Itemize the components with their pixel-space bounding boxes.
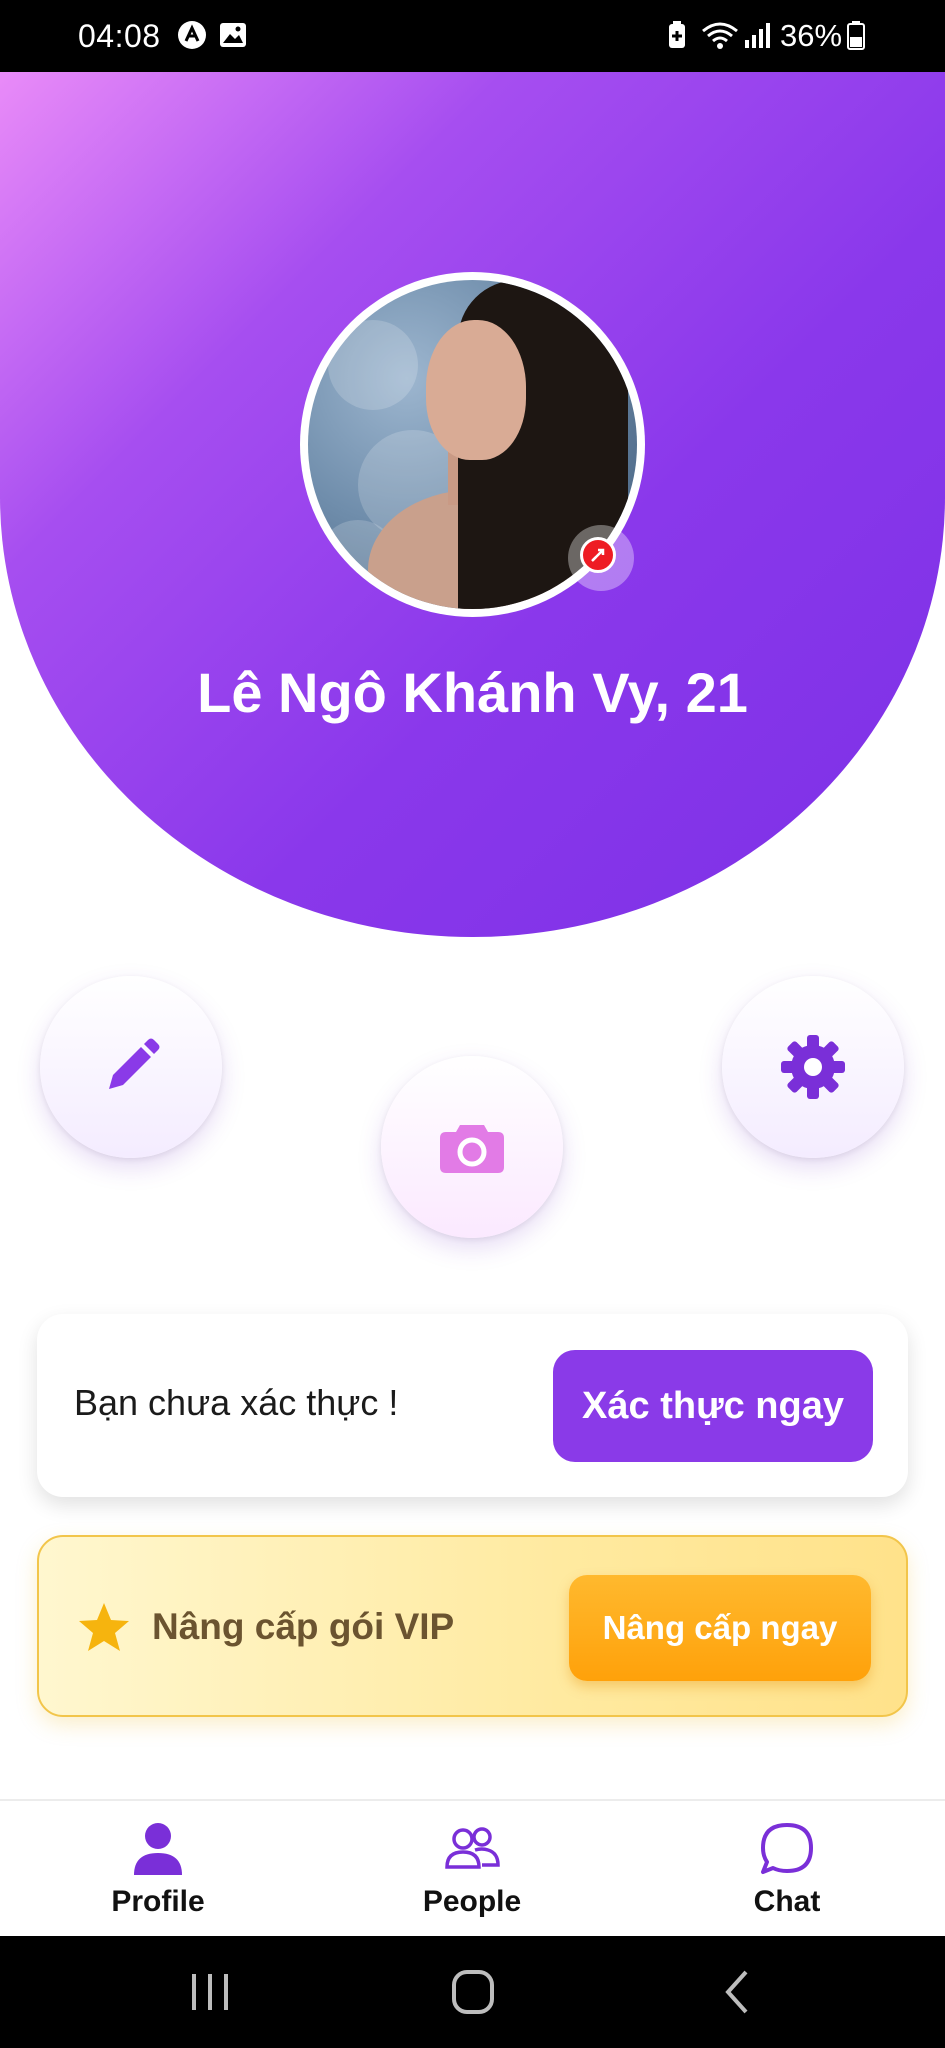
settings-button[interactable] (722, 976, 904, 1158)
back-icon[interactable] (708, 1964, 768, 2020)
star-icon (79, 1603, 129, 1651)
profile-name: Lê Ngô Khánh Vy, 21 (197, 661, 748, 724)
vip-message: Nâng cấp gói VIP (152, 1606, 455, 1647)
app-notification-icon (178, 21, 206, 49)
pencil-icon (109, 1038, 160, 1089)
unverified-badge-icon (580, 537, 616, 573)
battery-saver-icon (669, 21, 685, 48)
people-icon (445, 1827, 500, 1869)
system-navigation-bar (0, 1936, 945, 2048)
chat-bubble-icon (761, 1823, 813, 1874)
nav-label-profile: Profile (111, 1885, 205, 1918)
wifi-icon (702, 22, 738, 49)
gear-icon (781, 1035, 845, 1099)
battery-icon (847, 21, 865, 50)
verification-card: Bạn chưa xác thực ! Xác thực ngay (37, 1314, 908, 1497)
status-bar: 04:08 36% (0, 0, 945, 72)
camera-button[interactable] (381, 1056, 563, 1238)
nav-item-chat[interactable]: Chat (687, 1801, 887, 1938)
upgrade-now-button[interactable]: Nâng cấp ngay (569, 1575, 871, 1681)
image-icon (220, 23, 246, 47)
vip-upgrade-card: Nâng cấp gói VIP Nâng cấp ngay (37, 1535, 908, 1717)
person-icon (134, 1823, 182, 1875)
verification-message: Bạn chưa xác thực ! (74, 1382, 399, 1423)
home-icon[interactable] (443, 1964, 503, 2020)
bottom-navigation: Profile People Chat (0, 1799, 945, 1936)
nav-label-people: People (422, 1885, 522, 1918)
nav-label-chat: Chat (753, 1885, 821, 1918)
nav-item-people[interactable]: People (372, 1801, 572, 1938)
verify-now-button[interactable]: Xác thực ngay (553, 1350, 873, 1462)
edit-profile-button[interactable] (40, 976, 222, 1158)
status-time: 04:08 (78, 18, 161, 54)
recent-apps-icon[interactable] (180, 1964, 240, 2020)
nav-item-profile[interactable]: Profile (58, 1801, 258, 1938)
camera-icon (440, 1125, 504, 1173)
battery-percent: 36% (780, 18, 843, 53)
signal-icon (745, 23, 770, 48)
